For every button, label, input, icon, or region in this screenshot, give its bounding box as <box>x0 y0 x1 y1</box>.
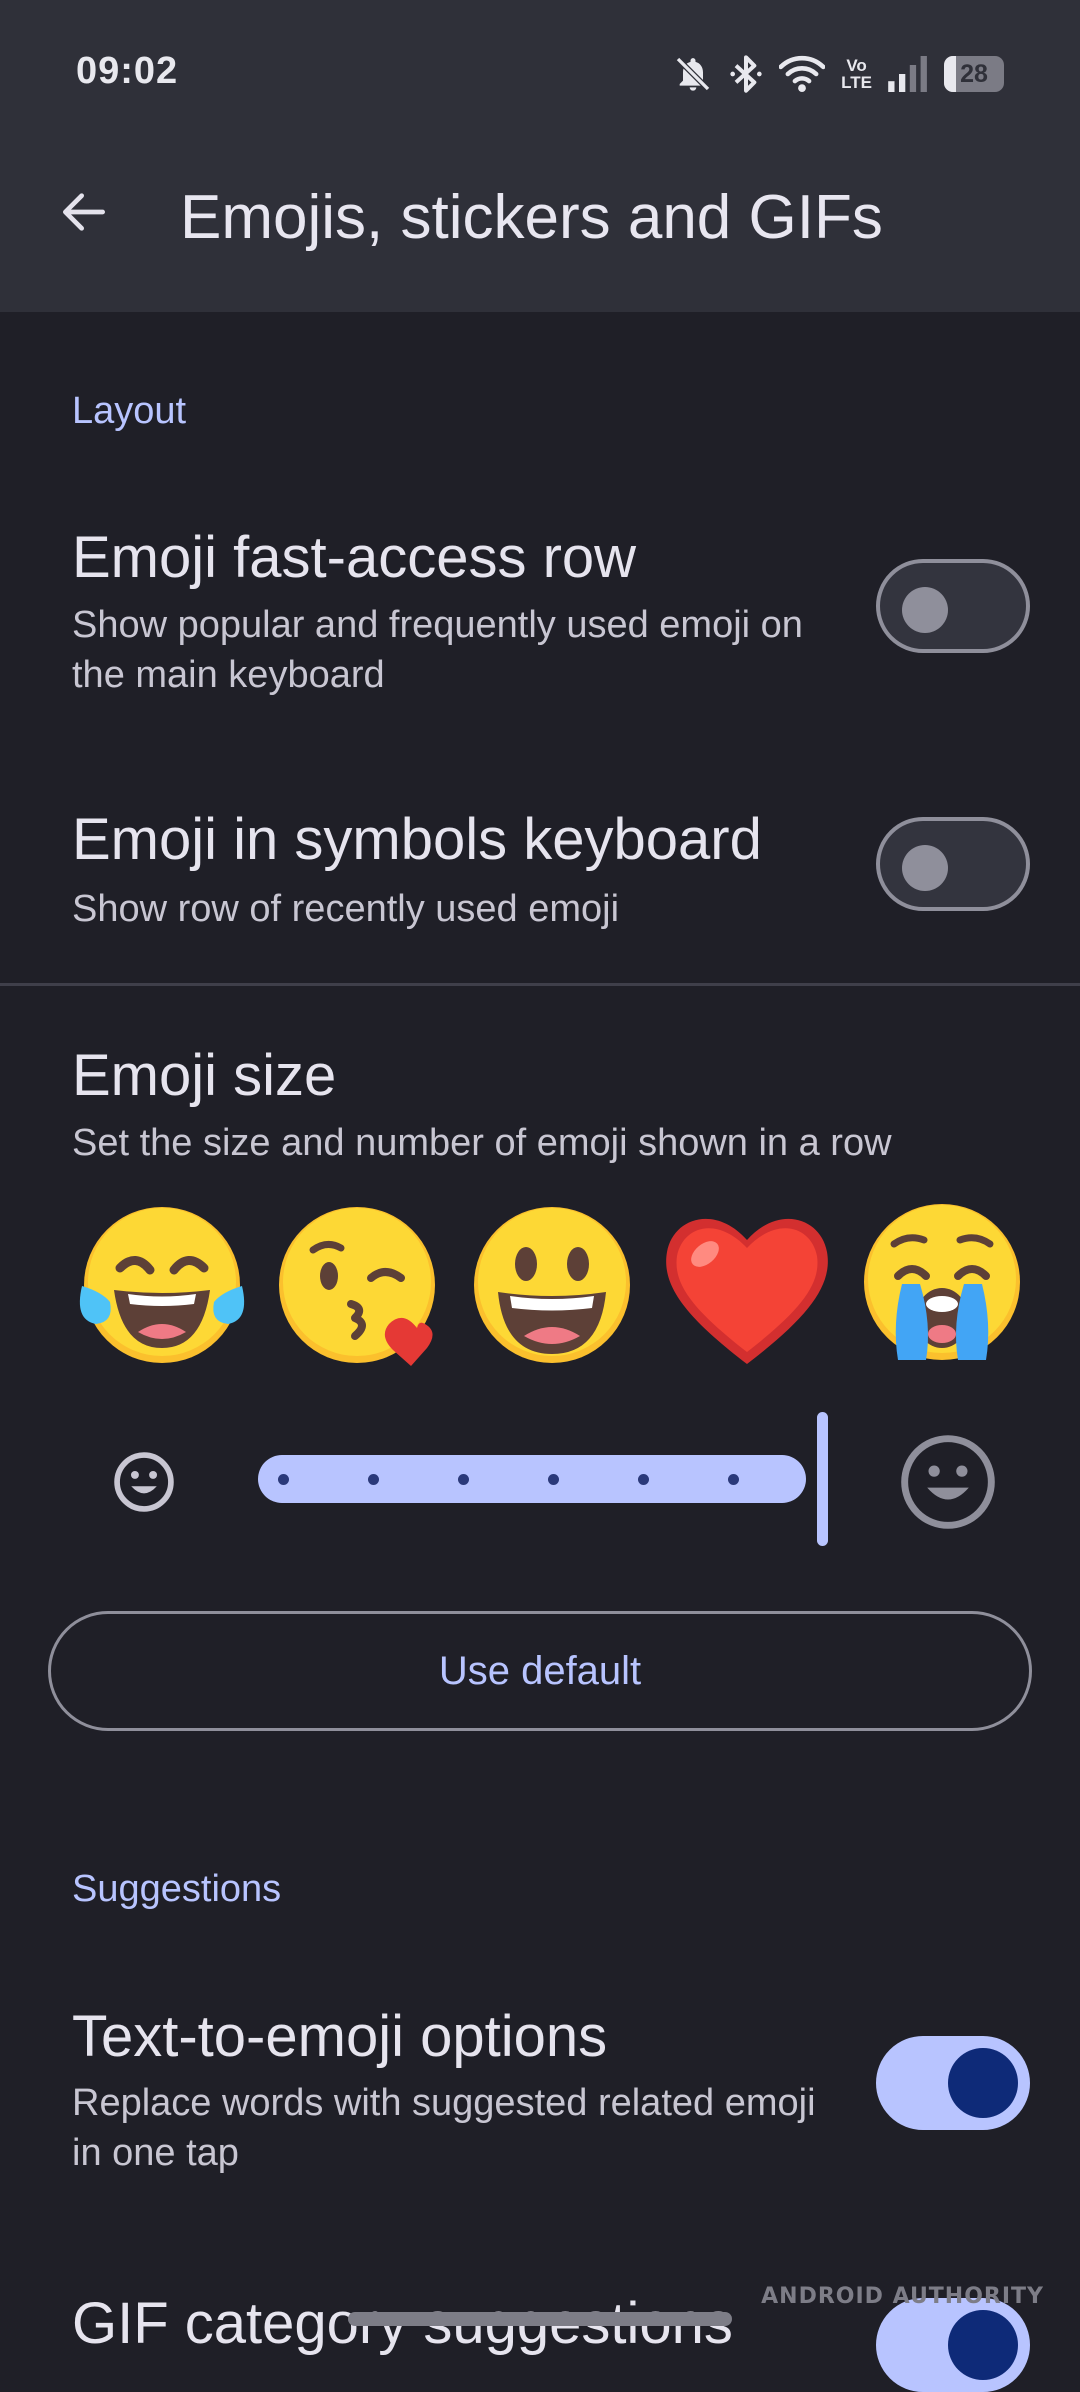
slider-tick <box>728 1474 739 1485</box>
use-default-button[interactable]: Use default <box>48 1611 1032 1731</box>
battery-icon: 28 <box>944 56 1004 92</box>
emoji-in-symbols-keyboard-switch[interactable] <box>876 817 1030 911</box>
grinning-face-icon <box>474 1207 630 1363</box>
face-with-tears-of-joy-icon <box>79 1207 245 1363</box>
pref-summary: Show row of recently used emoji <box>72 888 620 930</box>
watermark: ANDROID AUTHORITY <box>761 2284 1044 2309</box>
text-to-emoji-options-switch[interactable] <box>876 2036 1030 2130</box>
pref-title: Emoji fast-access row <box>72 525 637 590</box>
large-smiley-icon <box>901 1435 995 1529</box>
face-blowing-kiss-icon <box>279 1207 435 1366</box>
switch-thumb <box>948 2310 1018 2380</box>
slider-handle[interactable] <box>817 1412 828 1546</box>
volte-icon: Vo LTE <box>841 56 872 92</box>
emoji-size-slider[interactable] <box>258 1455 806 1503</box>
wifi-icon <box>779 55 826 93</box>
emoji-size-title: Emoji size <box>72 1043 337 1108</box>
emoji-fast-access-row-switch[interactable] <box>876 559 1030 653</box>
slider-tick <box>458 1474 469 1485</box>
small-smiley-icon <box>114 1452 174 1512</box>
app-bar: 09:02 Vo LTE 28 Emojis, stickers and GIF… <box>0 0 1080 312</box>
pref-summary: Replace words with suggested related emo… <box>72 2082 816 2174</box>
section-header-suggestions: Suggestions <box>72 1868 282 1910</box>
switch-thumb <box>902 845 948 891</box>
divider <box>0 983 1080 986</box>
red-heart-icon <box>666 1218 828 1364</box>
section-header-layout: Layout <box>72 390 187 432</box>
status-icons: Vo LTE 28 <box>673 50 1004 98</box>
gif-category-suggestions-switch[interactable] <box>876 2298 1030 2392</box>
gesture-nav-handle[interactable] <box>348 2312 732 2326</box>
emoji-preview-row <box>72 1200 1032 1370</box>
switch-thumb <box>902 587 948 633</box>
loudly-crying-face-icon <box>864 1204 1020 1360</box>
page-title: Emojis, stickers and GIFs <box>180 183 883 252</box>
pref-summary: Show popular and frequently used emoji o… <box>72 604 803 696</box>
back-button[interactable] <box>48 176 120 248</box>
arrow-back-icon <box>62 193 105 231</box>
slider-tick <box>548 1474 559 1485</box>
emoji-size-summary: Set the size and number of emoji shown i… <box>72 1122 892 1164</box>
pref-title: Emoji in symbols keyboard <box>72 807 762 872</box>
pref-title: Text-to-emoji options <box>72 2004 608 2069</box>
status-time: 09:02 <box>76 50 179 92</box>
slider-tick <box>368 1474 379 1485</box>
signal-icon <box>888 56 927 92</box>
bell-off-icon <box>676 56 711 92</box>
switch-thumb <box>948 2048 1018 2118</box>
slider-tick <box>278 1474 289 1485</box>
bluetooth-icon <box>730 55 762 93</box>
slider-tick <box>638 1474 649 1485</box>
